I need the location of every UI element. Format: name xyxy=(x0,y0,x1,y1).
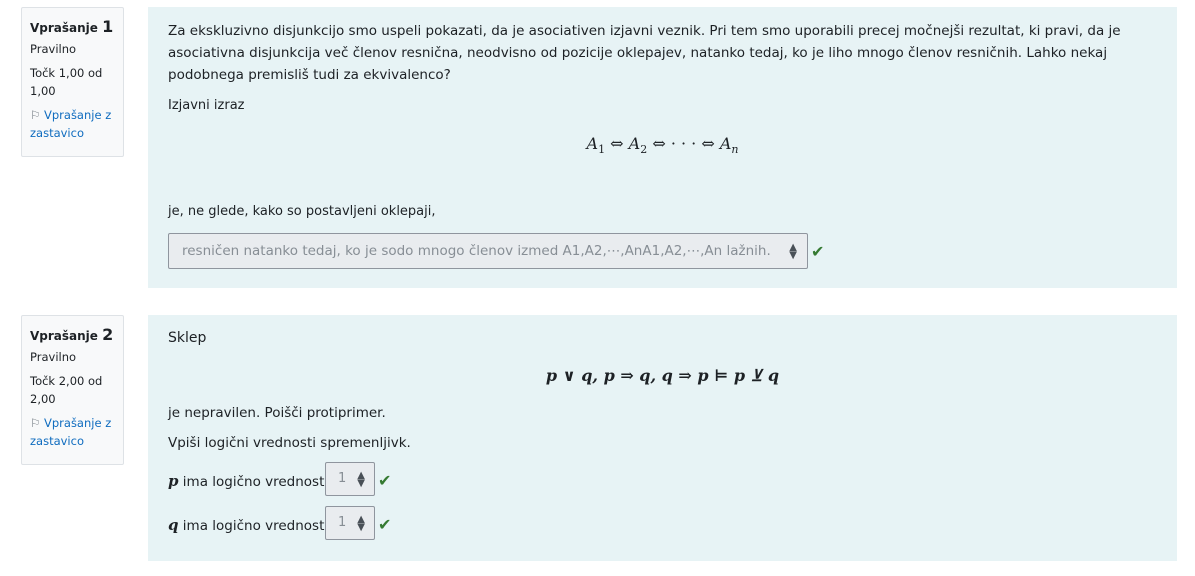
question-line-1: je nepravilen. Poišči protiprimer. xyxy=(168,405,386,421)
up-down-caret-icon: ▲ ▼ xyxy=(789,242,797,261)
expression-label: Izjavni izraz xyxy=(168,98,245,113)
question-state: Pravilno xyxy=(30,42,77,56)
question-number: 2 xyxy=(102,325,114,344)
math-formula: p ∨ q, p ⇒ q, q ⇒ p ⊨ p ⊻ q xyxy=(545,366,780,385)
question-2-content: Sklep p ∨ q, p ⇒ q, q ⇒ p ⊨ p ⊻ q je nep… xyxy=(148,315,1177,561)
answer-select[interactable]: resničen natanko tedaj, ko je sodo mnogo… xyxy=(168,233,808,269)
math-formula: A1 ⇔ A2 ⇔ · · · ⇔ An xyxy=(586,134,739,157)
flag-icon: ⚐ xyxy=(30,416,41,430)
question-line-2: Vpiši logični vrednosti spremenljivk. xyxy=(168,435,411,451)
flag-icon: ⚐ xyxy=(30,108,41,122)
after-formula-text: je, ne glede, kako so postavljeni oklepa… xyxy=(168,204,436,219)
flag-question-link[interactable]: ⚐ Vprašanje z zastavico xyxy=(30,414,123,450)
question-number: 1 xyxy=(102,17,114,36)
p-variable: p xyxy=(168,472,179,490)
question-2-info: Vprašanje 2 Pravilno Točk 2,00 od 2,00 ⚐… xyxy=(21,315,124,465)
question-grade: Točk 2,00 od 2,00 xyxy=(30,374,103,406)
p-value-row: p ima logično vrednost xyxy=(168,470,324,493)
question-1-content: Za ekskluzivno disjunkcijo smo uspeli po… xyxy=(148,7,1177,288)
question-1-title: Vprašanje 1 xyxy=(30,17,114,36)
up-down-caret-icon: ▲ ▼ xyxy=(357,470,365,489)
check-icon: ✔ xyxy=(378,515,392,534)
q-value-select[interactable]: 1 ▲ ▼ xyxy=(325,506,375,540)
q-value-row: q ima logično vrednost xyxy=(168,514,324,537)
check-icon: ✔ xyxy=(811,242,825,261)
question-1-info: Vprašanje 1 Pravilno Točk 1,00 od 1,00 ⚐… xyxy=(21,7,124,157)
q-variable: q xyxy=(168,516,179,534)
question-2-title: Vprašanje 2 xyxy=(30,325,114,344)
question-text: Za ekskluzivno disjunkcijo smo uspeli po… xyxy=(168,23,1121,83)
question-intro: Sklep xyxy=(168,330,207,346)
check-icon: ✔ xyxy=(378,471,392,490)
question-grade: Točk 1,00 od 1,00 xyxy=(30,66,103,98)
value-label: ima logično vrednost xyxy=(182,474,325,490)
flag-question-link[interactable]: ⚐ Vprašanje z zastavico xyxy=(30,106,123,142)
question-state: Pravilno xyxy=(30,350,77,364)
up-down-caret-icon: ▲ ▼ xyxy=(357,514,365,533)
p-value-select[interactable]: 1 ▲ ▼ xyxy=(325,462,375,496)
value-label: ima logično vrednost xyxy=(182,518,325,534)
